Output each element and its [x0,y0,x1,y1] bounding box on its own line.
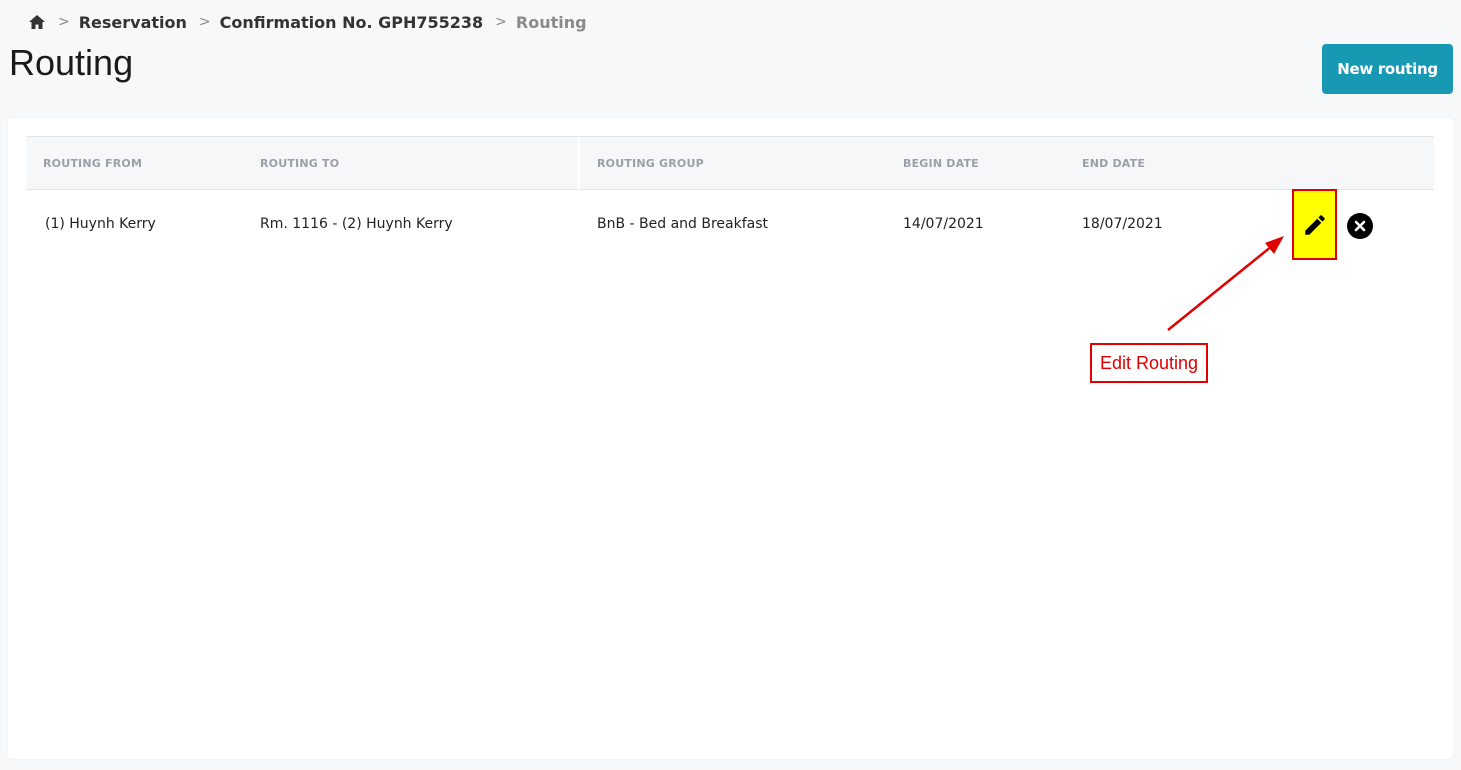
annotation-edit-routing: Edit Routing [1090,343,1208,383]
annotation-arrow [1167,236,1284,331]
